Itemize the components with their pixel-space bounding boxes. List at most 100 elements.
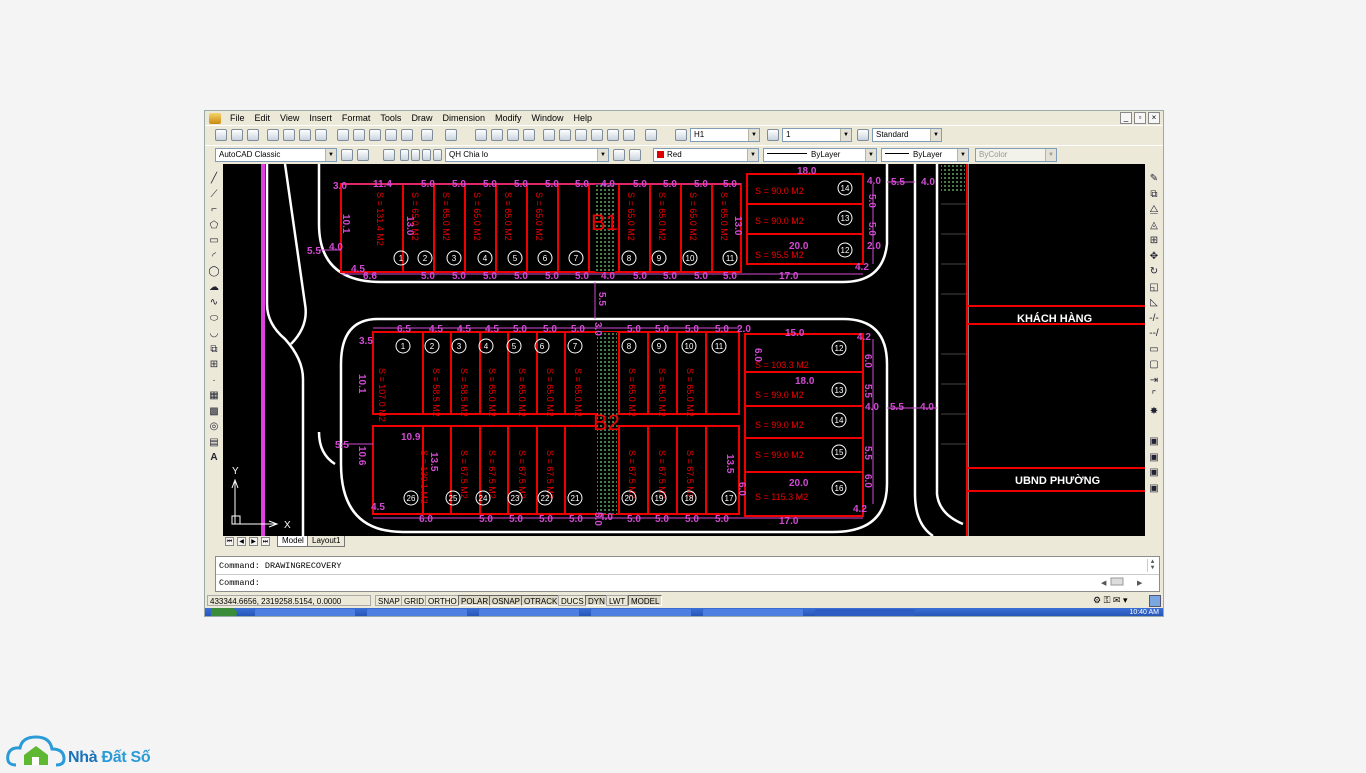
draworder-under-icon[interactable]: ▣ [1148, 483, 1160, 495]
array-icon[interactable]: ⊞ [1148, 235, 1160, 247]
command-window[interactable]: Command: DRAWINGRECOVERY Command: ▲ ▼ [215, 556, 1160, 592]
grid-toggle[interactable]: GRID [401, 595, 427, 606]
make-layer-current-icon[interactable] [613, 149, 625, 161]
model-toggle[interactable]: MODEL [628, 595, 663, 606]
stretch-icon[interactable]: ◺ [1148, 297, 1160, 309]
otrack-toggle[interactable]: OTRACK [521, 595, 561, 606]
layer-color-icon[interactable] [433, 149, 442, 161]
fillet-icon[interactable]: ⌜ [1148, 390, 1160, 402]
zoom-window-icon[interactable] [507, 129, 519, 141]
taskbar-item[interactable] [479, 609, 579, 616]
erase-icon[interactable]: ✎ [1148, 173, 1160, 185]
workspace-save-icon[interactable] [357, 149, 369, 161]
lock-icon[interactable] [422, 149, 431, 161]
pan-icon[interactable] [475, 129, 487, 141]
polar-toggle[interactable]: POLAR [458, 595, 492, 606]
minimize-button[interactable]: _ [1120, 112, 1132, 124]
calculator-icon[interactable] [623, 129, 635, 141]
dim-style-icon[interactable] [767, 129, 779, 141]
publish-icon[interactable] [299, 129, 311, 141]
workspace-select[interactable]: AutoCAD Classic ▼ [215, 148, 337, 162]
lineweight-select[interactable]: ByLayer ▼ [881, 148, 969, 162]
point-icon[interactable]: · [208, 375, 220, 387]
taskbar-item[interactable] [255, 609, 355, 616]
menu-help[interactable]: Help [569, 111, 598, 125]
ducs-toggle[interactable]: DUCS [558, 595, 587, 606]
ortho-toggle[interactable]: ORTHO [425, 595, 460, 606]
scroll-right-icon[interactable]: ▶ [1137, 580, 1143, 586]
hatch-icon[interactable]: ▦ [208, 390, 220, 402]
first-tab-icon[interactable]: ⏮ [225, 537, 234, 546]
ellipse-icon[interactable]: ⬭ [208, 313, 220, 325]
dim-style-select[interactable]: 1 ▼ [782, 128, 852, 142]
menu-tools[interactable]: Tools [375, 111, 406, 125]
bulb-icon[interactable] [400, 149, 409, 161]
rectangle-icon[interactable]: ▭ [208, 235, 220, 247]
tab-layout1[interactable]: Layout1 [307, 536, 346, 547]
lwt-toggle[interactable]: LWT [606, 595, 629, 606]
restore-button[interactable]: ▫ [1134, 112, 1146, 124]
offset-icon[interactable]: ◬ [1148, 220, 1160, 232]
design-center-icon[interactable] [559, 129, 571, 141]
command-hscroll[interactable]: ◀ ▶ [1095, 577, 1155, 586]
chamfer-icon[interactable]: ⇥ [1148, 375, 1160, 387]
draworder-icon[interactable]: ▣ [1148, 436, 1160, 448]
taskbar-item[interactable] [591, 609, 691, 616]
ellipse-arc-icon[interactable]: ◡ [208, 328, 220, 340]
close-button[interactable]: × [1148, 112, 1160, 124]
polygon-icon[interactable]: ⬠ [208, 220, 220, 232]
text-style-icon[interactable] [675, 129, 687, 141]
copy-icon[interactable]: ⧉ [1148, 189, 1160, 201]
table-style-select[interactable]: Standard ▼ [872, 128, 942, 142]
menu-edit[interactable]: Edit [250, 111, 276, 125]
next-tab-icon[interactable]: ▶ [249, 537, 258, 546]
menu-format[interactable]: Format [337, 111, 376, 125]
zoom-previous-icon[interactable] [523, 129, 535, 141]
move-icon[interactable]: ✥ [1148, 251, 1160, 263]
taskbar-item[interactable] [367, 609, 467, 616]
properties-icon[interactable] [543, 129, 555, 141]
help-icon[interactable] [645, 129, 657, 141]
draworder-back-icon[interactable]: ▣ [1148, 452, 1160, 464]
paste-icon[interactable] [369, 129, 381, 141]
save-icon[interactable] [247, 129, 259, 141]
dyn-toggle[interactable]: DYN [585, 595, 608, 606]
mtext-icon[interactable]: A [208, 452, 220, 464]
gradient-icon[interactable]: ▩ [208, 406, 220, 418]
scroll-left-icon[interactable]: ◀ [1101, 580, 1107, 586]
arc-icon[interactable]: ◜ [208, 251, 220, 263]
polyline-icon[interactable]: ⌐ [208, 204, 220, 216]
sheet-set-icon[interactable] [591, 129, 603, 141]
workspace-settings-icon[interactable] [341, 149, 353, 161]
scale-icon[interactable]: ◱ [1148, 282, 1160, 294]
osnap-toggle[interactable]: OSNAP [489, 595, 524, 606]
open-icon[interactable] [231, 129, 243, 141]
taskbar-item-active[interactable] [815, 609, 915, 616]
redo-icon[interactable] [445, 129, 457, 141]
layer-manager-icon[interactable] [383, 149, 395, 161]
layer-select[interactable]: QH Chia lo ▼ [445, 148, 609, 162]
menu-insert[interactable]: Insert [304, 111, 337, 125]
coordinates-readout[interactable]: 433344.6656, 2319258.5154, 0.0000 [207, 595, 371, 606]
menu-draw[interactable]: Draw [406, 111, 437, 125]
tab-model[interactable]: Model [277, 536, 309, 547]
make-block-icon[interactable]: ⊞ [208, 359, 220, 371]
last-tab-icon[interactable]: ⏭ [261, 537, 270, 546]
insert-block-icon[interactable]: ⧉ [208, 344, 220, 356]
draworder-front-icon[interactable]: ▣ [1148, 467, 1160, 479]
prev-tab-icon[interactable]: ◀ [237, 537, 246, 546]
xline-icon[interactable]: ⟋ [208, 189, 220, 201]
copy-clip-icon[interactable] [353, 129, 365, 141]
cut-icon[interactable] [337, 129, 349, 141]
command-prompt[interactable]: Command: [219, 578, 260, 588]
line-icon[interactable]: ╱ [208, 173, 220, 185]
menu-window[interactable]: Window [527, 111, 569, 125]
menu-modify[interactable]: Modify [490, 111, 527, 125]
match-prop-icon[interactable] [385, 129, 397, 141]
scroll-arrows-icon[interactable]: ▲ ▼ [1147, 559, 1157, 572]
zoom-realtime-icon[interactable] [491, 129, 503, 141]
trim-icon[interactable]: -/- [1148, 313, 1160, 325]
clean-screen-icon[interactable] [1149, 595, 1161, 607]
new-icon[interactable] [215, 129, 227, 141]
mirror-icon[interactable]: ⧋ [1148, 204, 1160, 216]
